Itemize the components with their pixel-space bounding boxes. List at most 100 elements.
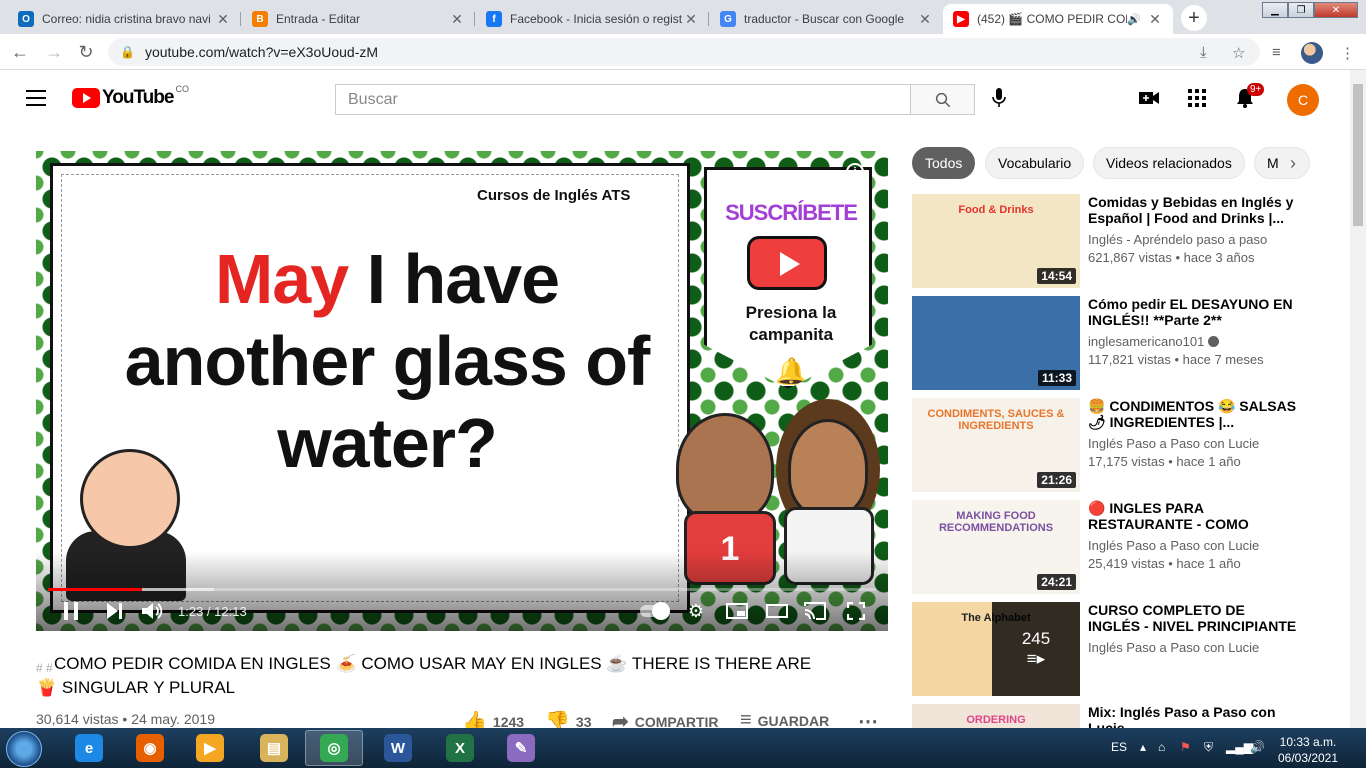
blogger-icon: B — [252, 11, 268, 27]
recommendation-title[interactable]: 🍔 CONDIMENTOS 😂 SALSAS 🌶 INGREDIENTES |.… — [1088, 398, 1298, 430]
recommendation-item[interactable]: The Alphabet245≡▸CURSO COMPLETO DE INGLÉ… — [912, 602, 1332, 698]
notification-count-badge: 9+ — [1247, 83, 1265, 96]
miniplayer-button[interactable] — [724, 600, 750, 622]
tray-flag-icon[interactable]: ⚑ — [1180, 740, 1191, 754]
install-app-icon[interactable]: ⤓ — [1200, 44, 1207, 61]
network-signal-icon[interactable]: ▂▄▆ — [1226, 740, 1253, 754]
close-tab-icon[interactable]: ✕ — [683, 11, 699, 28]
autoplay-toggle[interactable] — [640, 602, 670, 620]
taskbar-app-internet-explorer[interactable]: e — [60, 730, 118, 766]
chip-more[interactable]: M — [1254, 147, 1310, 179]
search-button[interactable] — [910, 84, 975, 115]
recommendation-item[interactable]: MAKING FOOD RECOMMENDATIONS 24:21 🔴 INGLES… — [912, 500, 1332, 596]
maximize-icon[interactable]: ❐ — [1288, 2, 1314, 18]
browser-tab-outlook[interactable]: O Correo: nidia cristina bravo navi ✕ — [8, 4, 241, 34]
settings-button[interactable]: ⚙ — [684, 600, 708, 622]
close-window-icon[interactable]: ✕ — [1314, 2, 1358, 18]
video-thumbnail[interactable]: 11:33 — [912, 296, 1080, 390]
info-icon[interactable]: i — [846, 163, 864, 181]
apps-grid-icon[interactable] — [1185, 86, 1209, 110]
back-arrow-icon[interactable]: ← — [10, 42, 30, 62]
thumbnail-label: ORDERING — [966, 714, 1026, 726]
minimize-icon[interactable]: ▁ — [1262, 2, 1288, 18]
account-avatar[interactable]: C — [1287, 84, 1319, 116]
tray-expand-icon[interactable]: ▴ — [1140, 740, 1146, 754]
recommendation-channel[interactable]: Inglés Paso a Paso con Lucie — [1088, 640, 1259, 655]
reload-icon[interactable]: ↻ — [76, 42, 96, 62]
volume-button[interactable] — [140, 600, 166, 622]
recommendation-title[interactable]: Comidas y Bebidas en Inglés y Español | … — [1088, 194, 1298, 226]
tray-security-icon[interactable]: ⛨ — [1204, 740, 1213, 755]
youtube-play-button-icon — [747, 236, 827, 290]
microphone-icon[interactable] — [987, 86, 1011, 110]
progress-bar[interactable] — [48, 588, 876, 591]
video-thumbnail[interactable]: The Alphabet245≡▸ — [912, 602, 1080, 696]
browser-tab-blogger[interactable]: B Entrada - Editar ✕ — [242, 4, 475, 34]
playlist-count: 245 — [1021, 629, 1051, 648]
tab-title: Entrada - Editar — [276, 12, 361, 26]
theater-mode-icon — [766, 604, 788, 618]
address-bar[interactable]: 🔒 youtube.com/watch?v=eX3oUoud-zM — [108, 38, 1260, 66]
more-vert-icon[interactable]: ⋮ — [1340, 44, 1355, 62]
taskbar-app-word[interactable]: W — [369, 730, 427, 766]
close-tab-icon[interactable]: ✕ — [1147, 11, 1163, 28]
new-tab-button[interactable]: + — [1181, 5, 1207, 31]
recommendation-title[interactable]: CURSO COMPLETO DE INGLÉS - NIVEL PRINCIP… — [1088, 602, 1298, 634]
browser-tab-youtube[interactable]: ▶ (452) 🎬 COMO PEDIR COMI 🔊 ✕ — [943, 4, 1173, 34]
menu-icon[interactable] — [26, 90, 46, 106]
pause-button[interactable] — [60, 600, 82, 622]
recommendation-channel[interactable]: Inglés Paso a Paso con Lucie — [1088, 436, 1259, 451]
recommendation-item[interactable]: CONDIMENTS, SAUCES & INGREDIENTS 21:26 🍔 C… — [912, 398, 1332, 494]
recommendation-meta: 621,867 vistas • hace 3 años — [1088, 250, 1255, 265]
taskbar-app-media-player[interactable]: ▶ — [181, 730, 239, 766]
close-tab-icon[interactable]: ✕ — [215, 11, 231, 28]
fullscreen-button[interactable] — [844, 600, 868, 622]
youtube-logo[interactable]: YouTube CO — [72, 84, 189, 109]
close-tab-icon[interactable]: ✕ — [917, 11, 933, 28]
view-count: 25,419 vistas — [1088, 556, 1165, 571]
taskbar-app-firefox[interactable]: ◉ — [121, 730, 179, 766]
video-thumbnail[interactable]: Food & Drinks 14:54 — [912, 194, 1080, 288]
input-language[interactable]: ES — [1111, 740, 1127, 754]
recommendation-channel[interactable]: Inglés Paso a Paso con Lucie — [1088, 538, 1259, 553]
system-clock[interactable]: 10:33 a.m. 06/03/2021 — [1268, 734, 1348, 766]
search-input[interactable]: Buscar — [335, 84, 911, 115]
windows-start-button[interactable] — [6, 731, 42, 767]
taskbar-app-file-explorer[interactable]: ▤ — [245, 730, 303, 766]
recommendation-item[interactable]: 11:33 Cómo pedir EL DESAYUNO EN INGLÉS!! … — [912, 296, 1332, 392]
media-queue-icon[interactable]: ≡ — [1272, 44, 1281, 61]
scrollbar-thumb[interactable] — [1353, 84, 1363, 226]
cast-button[interactable] — [802, 600, 828, 622]
taskbar-app-chrome[interactable]: ◎ — [305, 730, 363, 766]
next-video-button[interactable] — [104, 600, 126, 622]
taskbar-app-excel[interactable]: X — [431, 730, 489, 766]
chip-todos[interactable]: Todos — [912, 147, 976, 179]
lock-icon[interactable]: 🔒 — [120, 45, 135, 59]
recommendation-channel[interactable]: inglesamericano101 — [1088, 334, 1220, 349]
speaker-volume-icon[interactable]: 🔊 — [1250, 740, 1265, 754]
browser-tab-facebook[interactable]: f Facebook - Inicia sesión o regist ✕ — [476, 4, 709, 34]
recommendation-channel[interactable]: Inglés - Apréndelo paso a paso — [1088, 232, 1267, 247]
recommendation-item[interactable]: Food & Drinks 14:54 Comidas y Bebidas en I… — [912, 194, 1332, 290]
browser-tab-google[interactable]: G traductor - Buscar con Google ✕ — [710, 4, 943, 34]
recommendation-title[interactable]: Cómo pedir EL DESAYUNO EN INGLÉS!! **Par… — [1088, 296, 1298, 328]
create-video-icon[interactable] — [1137, 86, 1161, 110]
video-player[interactable]: Cursos de Inglés ATS May I have another … — [36, 151, 888, 631]
chevron-right-icon[interactable]: › — [1290, 153, 1296, 174]
recommendation-title[interactable]: 🔴 INGLES PARA RESTAURANTE - COMO ORDENAR… — [1088, 500, 1298, 532]
video-thumbnail[interactable]: CONDIMENTS, SAUCES & INGREDIENTS 21:26 — [912, 398, 1080, 492]
theater-mode-button[interactable] — [764, 600, 790, 622]
page-scrollbar[interactable] — [1350, 70, 1366, 728]
video-thumbnail[interactable]: MAKING FOOD RECOMMENDATIONS 24:21 — [912, 500, 1080, 594]
video-duration-badge: 11:33 — [1037, 370, 1076, 386]
tray-device-icon[interactable]: ⌂ — [1158, 740, 1165, 754]
chip-vocabulario[interactable]: Vocabulario — [985, 147, 1085, 179]
chip-videos-relacionados[interactable]: Videos relacionados — [1093, 147, 1245, 179]
bookmark-star-icon[interactable]: ☆ — [1232, 44, 1245, 62]
speaker-icon[interactable]: 🔊 — [1127, 13, 1141, 26]
taskbar-app-paint[interactable]: ✎ — [492, 730, 550, 766]
forward-arrow-icon[interactable]: → — [44, 42, 64, 62]
profile-avatar[interactable] — [1301, 42, 1323, 64]
video-duration-badge: 21:26 — [1037, 472, 1076, 488]
close-tab-icon[interactable]: ✕ — [449, 11, 465, 28]
